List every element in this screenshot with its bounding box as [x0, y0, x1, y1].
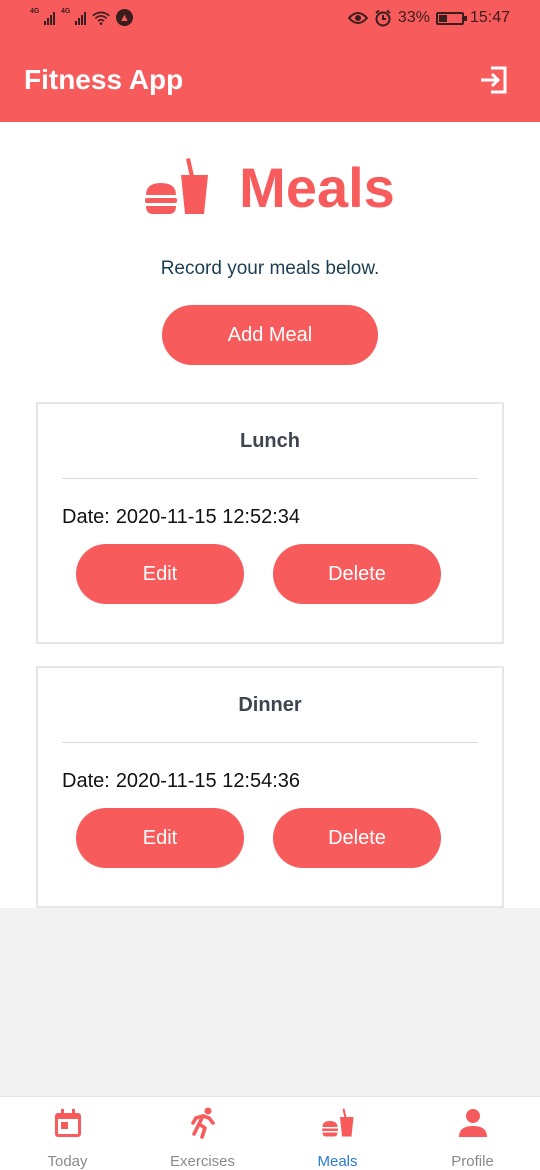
app-bar: Fitness App	[0, 38, 540, 122]
nav-label: Meals	[317, 1153, 358, 1170]
nav-item-profile[interactable]: Profile	[405, 1097, 540, 1170]
meal-name: Lunch	[240, 430, 300, 452]
calendar-today-icon	[54, 1109, 81, 1137]
meal-name: Dinner	[238, 694, 302, 716]
meal-date: Date: 2020-11-15 12:52:34	[62, 506, 300, 529]
nav-label: Today	[47, 1153, 88, 1170]
running-icon	[190, 1107, 215, 1139]
date-label: Date:	[62, 506, 110, 528]
meal-card: Lunch Date: 2020-11-15 12:52:34 Edit Dele…	[36, 402, 504, 644]
notification-icon: ▲	[116, 9, 133, 26]
signal-icon: 4G	[61, 7, 86, 25]
delete-button[interactable]: Delete	[273, 808, 441, 868]
clock: 15:47	[469, 9, 510, 26]
logout-icon[interactable]	[478, 65, 508, 95]
card-divider	[62, 478, 478, 479]
edit-button[interactable]: Edit	[76, 544, 244, 604]
meal-card: Dinner Date: 2020-11-15 12:54:36 Edit Del…	[36, 666, 504, 908]
edit-button[interactable]: Edit	[76, 808, 244, 868]
status-left: 4G 4G ▲	[30, 7, 133, 26]
page-heading: Meals	[0, 152, 540, 222]
date-label: Date:	[62, 770, 110, 792]
signal-icon: 4G	[30, 7, 55, 25]
nav-label: Profile	[451, 1153, 494, 1170]
nav-item-exercises[interactable]: Exercises	[135, 1097, 270, 1170]
card-divider	[62, 742, 478, 743]
battery-level	[438, 14, 447, 22]
status-right: 33% 15:47	[347, 9, 510, 27]
date-value: 2020-11-15 12:52:34	[115, 506, 301, 528]
page-subtitle: Record your meals below.	[160, 258, 380, 279]
delete-button[interactable]: Delete	[273, 544, 441, 604]
bottom-nav: Today Exercises Meals Profile	[0, 1096, 540, 1170]
date-value: 2020-11-15 12:54:36	[115, 770, 301, 792]
battery-percent: 33%	[397, 9, 430, 26]
nav-label: Exercises	[169, 1153, 236, 1170]
nav-item-today[interactable]: Today	[0, 1097, 135, 1170]
eye-icon	[347, 12, 368, 24]
status-bar: 4G 4G ▲ 33% 15:47	[0, 0, 540, 38]
meals-page: Meals Record your meals below. Add Meal …	[0, 122, 540, 908]
wifi-icon	[92, 11, 110, 25]
add-meal-button[interactable]: Add Meal	[162, 305, 378, 365]
person-icon	[458, 1109, 487, 1137]
battery-icon	[435, 11, 467, 25]
signal-type-label: 4G	[61, 7, 71, 15]
signal-type-label: 4G	[30, 7, 40, 15]
app-title: Fitness App	[24, 64, 184, 95]
alarm-icon	[375, 9, 391, 27]
fastfood-icon	[145, 158, 209, 214]
fastfood-icon	[321, 1108, 353, 1137]
nav-item-meals[interactable]: Meals	[270, 1097, 405, 1170]
page-title: Meals	[239, 155, 395, 219]
meal-date: Date: 2020-11-15 12:54:36	[62, 770, 300, 793]
